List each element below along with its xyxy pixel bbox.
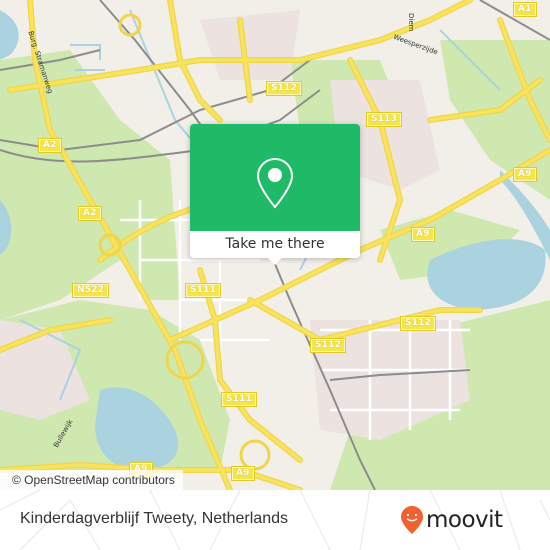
moovit-pin-icon — [401, 506, 423, 534]
road-shield-a9: A9 — [513, 167, 537, 182]
street-label: Diem — [407, 13, 415, 32]
road-shield-s111: S111 — [220, 392, 258, 407]
map-attribution[interactable]: © OpenStreetMap contributors — [0, 470, 183, 490]
road-shield-s112: S112 — [265, 81, 303, 96]
road-shield-s112: S112 — [309, 338, 347, 353]
popup-pointer — [267, 257, 283, 265]
interchange — [239, 439, 271, 471]
road-shield-n522: N522 — [71, 283, 110, 298]
footer: Kinderdagverblijf Tweety, Netherlands mo… — [0, 490, 550, 550]
take-me-there-button[interactable]: Take me there — [190, 231, 360, 258]
residential-area — [200, 10, 300, 80]
road-shield-a2: A2 — [38, 138, 62, 153]
moovit-wordmark: moovit — [426, 507, 503, 533]
road-shield-a2: A2 — [78, 206, 102, 221]
road-shield-a9: A9 — [411, 227, 435, 242]
moovit-logo[interactable]: moovit — [400, 502, 503, 538]
place-name: Kinderdagverblijf Tweety, Netherlands — [20, 510, 288, 527]
park-area — [0, 50, 180, 320]
location-pin-icon — [256, 157, 294, 209]
road-shield-s113: S113 — [365, 112, 403, 127]
water-area — [0, 10, 19, 60]
road-shield-s112: S112 — [399, 316, 437, 331]
map-view[interactable]: A1 S112 S113 A2 A2 A9 A9 N522 S111 S112 … — [0, 0, 550, 490]
road-shield-a9: A9 — [231, 466, 255, 481]
road-shield-a1: A1 — [513, 2, 537, 17]
road-shield-s111: S111 — [184, 283, 222, 298]
location-popup: Take me there — [190, 124, 360, 265]
popup-header — [190, 124, 360, 231]
